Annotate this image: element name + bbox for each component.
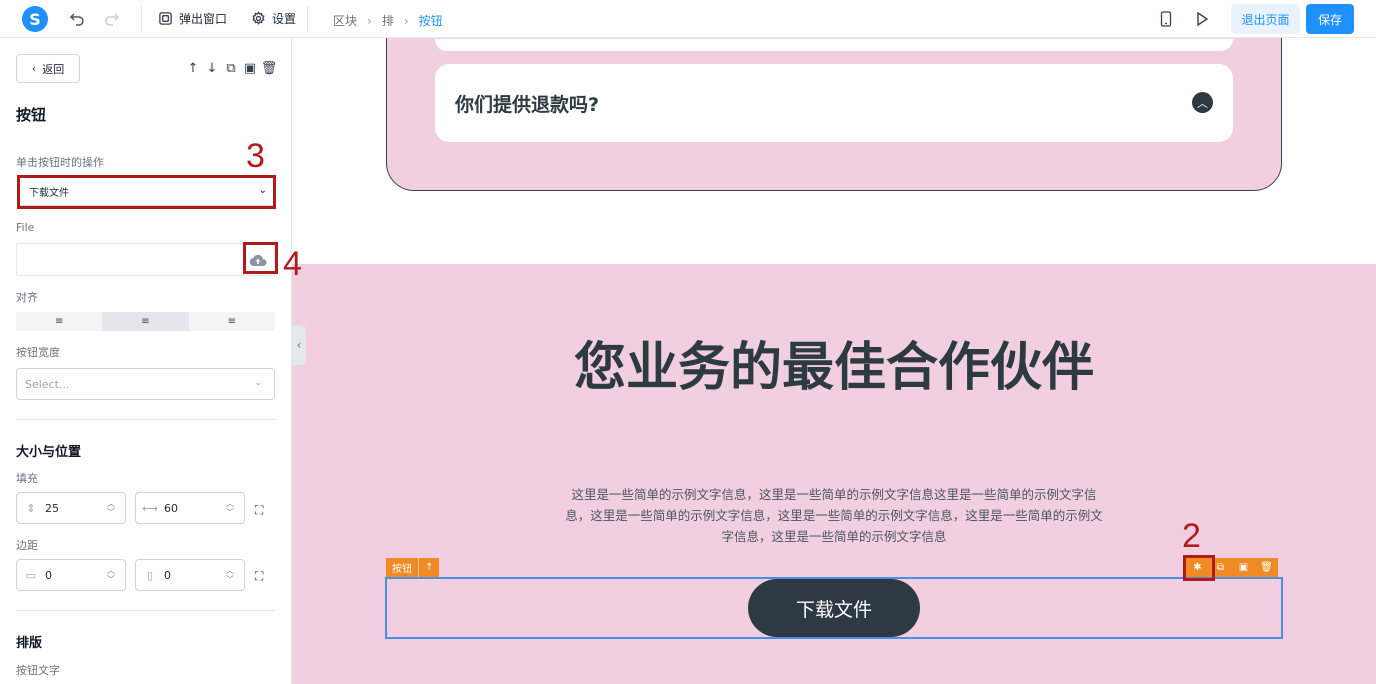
hero-section: 您业务的最佳合作伙伴 这里是一些简单的示例文字信息，这里是一些简单的示例文字信息… xyxy=(292,264,1376,684)
trash-icon[interactable]: 🗑 xyxy=(261,60,278,76)
collapse-panel-button[interactable]: ‹ xyxy=(292,325,306,365)
padding-label: 填充 xyxy=(16,472,38,485)
save-icon[interactable]: ▣ xyxy=(1232,558,1255,577)
chevron-right-icon: › xyxy=(367,13,372,28)
app-logo[interactable]: S xyxy=(22,6,48,32)
stepper-icon[interactable]: ︿ ﹀ xyxy=(107,499,115,517)
undo-icon[interactable] xyxy=(67,9,87,29)
settings-button[interactable]: 设置 xyxy=(251,10,296,27)
toolbar-divider xyxy=(307,6,308,32)
popup-label: 弹出窗口 xyxy=(179,12,228,26)
button-text-label: 按钮文字 xyxy=(16,664,60,677)
stepper-icon[interactable]: ︿ ﹀ xyxy=(107,566,115,584)
chevron-up-icon[interactable]: ︿ xyxy=(1192,92,1213,113)
top-toolbar: S 弹出窗口 设置 区块 › 排 › 按钮 退出页面 保存 xyxy=(0,0,1376,38)
annotation-number-3: 3 xyxy=(246,137,265,175)
padding-horizontal-value: 60 xyxy=(164,501,178,515)
horizontal-margin-icon: ▯ xyxy=(146,568,154,582)
gear-icon xyxy=(252,11,265,25)
button-width-select[interactable]: Select... ⌄ xyxy=(16,368,275,400)
breadcrumb-item-button[interactable]: 按钮 xyxy=(419,12,443,29)
selected-element-label[interactable]: 按钮 xyxy=(386,558,418,577)
stepper-icon[interactable]: ︿ ﹀ xyxy=(226,566,234,584)
margin-horizontal-value: 0 xyxy=(164,568,171,582)
align-control: ≡ ≡ ≡ xyxy=(16,312,275,331)
padding-horizontal-input[interactable]: ⟷ 60 ︿ ﹀ xyxy=(135,492,245,524)
breadcrumb: 区块 › 排 › 按钮 xyxy=(333,12,443,29)
settings-label: 设置 xyxy=(272,12,297,26)
panel-title: 按钮 xyxy=(16,106,47,124)
stepper-icon[interactable]: ︿ ﹀ xyxy=(226,499,234,517)
hero-title: 您业务的最佳合作伙伴 xyxy=(573,338,1094,398)
margin-vertical-input[interactable]: ▭ 0 ︿ ﹀ xyxy=(16,559,126,591)
editor-canvas: 你们提供退款吗? ︿ 您业务的最佳合作伙伴 这里是一些简单的示例文字信息，这里是… xyxy=(292,38,1376,684)
chevron-right-icon: › xyxy=(403,13,409,28)
horizontal-padding-icon: ⟷ xyxy=(142,501,158,515)
annotation-box-2 xyxy=(1183,555,1215,581)
element-tools: ↑ ↓ ⧉ ▣ 🗑 xyxy=(186,60,278,76)
save-icon[interactable]: ▣ xyxy=(243,60,257,76)
arrow-down-icon[interactable]: ↓ xyxy=(205,60,219,76)
download-file-button[interactable]: 下载文件 xyxy=(748,579,920,637)
toolbar-divider xyxy=(141,6,142,32)
arrow-up-icon[interactable]: ↑ xyxy=(186,60,200,76)
faq-card[interactable]: 你们提供退款吗? ︿ xyxy=(435,64,1233,142)
layout-heading: 排版 xyxy=(16,636,43,651)
size-position-heading: 大小与位置 xyxy=(16,445,82,460)
align-left-icon[interactable]: ≡ xyxy=(16,312,102,331)
back-label: 返回 xyxy=(42,62,65,76)
vertical-margin-icon: ▭ xyxy=(25,568,37,582)
back-button[interactable]: ‹ 返回 xyxy=(16,54,80,83)
button-width-placeholder: Select... xyxy=(25,377,70,391)
align-label: 对齐 xyxy=(16,291,38,304)
popup-button[interactable]: 弹出窗口 xyxy=(158,10,227,27)
margin-label: 边距 xyxy=(16,539,38,552)
annotation-box-4 xyxy=(243,242,278,274)
expand-icon[interactable]: ⛶ xyxy=(255,569,269,583)
settings-panel: ‹ 返回 ↑ ↓ ⧉ ▣ 🗑 按钮 单击按钮时的操作 下载文件 ⌄ File 对… xyxy=(0,38,292,684)
breadcrumb-item-block[interactable]: 区块 xyxy=(333,12,357,29)
file-label: File xyxy=(16,221,35,234)
selected-element-tag: 按钮 ↑ xyxy=(386,558,440,577)
annotation-number-4: 4 xyxy=(283,245,302,283)
expand-icon[interactable]: ⛶ xyxy=(255,503,269,517)
hero-text: 这里是一些简单的示例文字信息，这里是一些简单的示例文字信息这里是一些简单的示例文… xyxy=(565,487,1103,544)
faq-question: 你们提供退款吗? xyxy=(455,94,600,116)
margin-horizontal-input[interactable]: ▯ 0 ︿ ﹀ xyxy=(135,559,245,591)
file-input[interactable] xyxy=(16,243,275,276)
margin-vertical-value: 0 xyxy=(45,568,52,582)
save-button[interactable]: 保存 xyxy=(1306,4,1354,34)
align-right-icon[interactable]: ≡ xyxy=(189,312,275,331)
divider xyxy=(16,419,275,420)
padding-vertical-input[interactable]: ⇕ 25 ︿ ﹀ xyxy=(16,492,126,524)
vertical-padding-icon: ⇕ xyxy=(26,501,36,515)
action-label: 单击按钮时的操作 xyxy=(16,156,104,169)
divider xyxy=(16,610,275,611)
popup-icon xyxy=(159,12,172,25)
padding-vertical-value: 25 xyxy=(45,501,59,515)
annotation-box-3 xyxy=(17,175,276,209)
breadcrumb-item-row[interactable]: 排 xyxy=(382,12,394,29)
redo-icon[interactable] xyxy=(102,9,122,29)
align-center-icon[interactable]: ≡ xyxy=(102,312,189,331)
exit-page-button[interactable]: 退出页面 xyxy=(1231,4,1300,34)
copy-icon[interactable]: ⧉ xyxy=(224,60,238,76)
mobile-preview-icon[interactable] xyxy=(1156,9,1176,29)
chevron-left-icon: ‹ xyxy=(31,62,37,75)
button-width-label: 按钮宽度 xyxy=(16,346,60,359)
annotation-number-2: 2 xyxy=(1182,517,1201,555)
faq-card[interactable] xyxy=(435,39,1233,51)
chevron-down-icon: ⌄ xyxy=(254,378,262,388)
trash-icon[interactable]: 🗑 xyxy=(1255,558,1278,577)
faq-section: 你们提供退款吗? ︿ xyxy=(386,38,1282,191)
play-preview-icon[interactable] xyxy=(1192,9,1212,29)
arrow-up-icon[interactable]: ↑ xyxy=(418,558,439,577)
